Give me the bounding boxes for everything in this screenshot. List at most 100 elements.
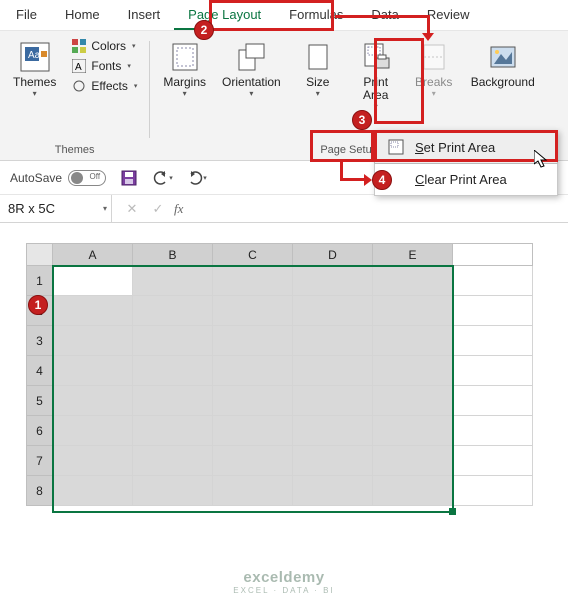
cell[interactable]: [213, 356, 293, 386]
print-area-button[interactable]: Print Area ▾: [350, 37, 402, 114]
cell[interactable]: [453, 416, 533, 446]
cell[interactable]: [133, 446, 213, 476]
cell[interactable]: [293, 446, 373, 476]
cell[interactable]: [293, 356, 373, 386]
col-header[interactable]: D: [293, 244, 373, 266]
cell[interactable]: [133, 476, 213, 506]
fx-icon[interactable]: fx: [174, 201, 183, 217]
col-header[interactable]: B: [133, 244, 213, 266]
cell[interactable]: [373, 476, 453, 506]
cell[interactable]: [453, 446, 533, 476]
cell[interactable]: [373, 386, 453, 416]
cell[interactable]: [53, 386, 133, 416]
cell[interactable]: [293, 476, 373, 506]
cell[interactable]: [373, 266, 453, 296]
row-header[interactable]: 7: [27, 446, 53, 476]
save-button[interactable]: [118, 167, 140, 189]
cell[interactable]: [293, 266, 373, 296]
cell[interactable]: [373, 296, 453, 326]
tab-review[interactable]: Review: [413, 0, 484, 30]
cell[interactable]: [53, 356, 133, 386]
cell[interactable]: [53, 326, 133, 356]
cell[interactable]: [133, 296, 213, 326]
tab-home[interactable]: Home: [51, 0, 114, 30]
clear-print-area-icon: [387, 170, 405, 188]
autosave-toggle[interactable]: AutoSave Off: [10, 170, 106, 186]
tab-data[interactable]: Data: [357, 0, 412, 30]
cell[interactable]: [373, 326, 453, 356]
cell[interactable]: [293, 326, 373, 356]
tab-insert[interactable]: Insert: [114, 0, 175, 30]
row-header[interactable]: 5: [27, 386, 53, 416]
row-header[interactable]: 6: [27, 416, 53, 446]
orientation-icon: [234, 40, 268, 74]
cell[interactable]: [373, 446, 453, 476]
cell[interactable]: [213, 416, 293, 446]
tab-file[interactable]: File: [2, 0, 51, 30]
cell[interactable]: [53, 476, 133, 506]
menu-set-print-area[interactable]: SSet Print Areaet Print Area: [374, 130, 558, 164]
name-box[interactable]: 8R x 5C ▾: [0, 195, 112, 222]
menu-clear-print-area[interactable]: Clear Print Area: [375, 163, 557, 195]
orientation-button[interactable]: Orientation ▾: [217, 37, 286, 101]
background-button[interactable]: Background: [466, 37, 540, 92]
cell[interactable]: [293, 416, 373, 446]
col-header[interactable]: [453, 244, 533, 266]
cell[interactable]: [453, 356, 533, 386]
cell[interactable]: [453, 296, 533, 326]
cell[interactable]: [453, 266, 533, 296]
cell[interactable]: [133, 356, 213, 386]
cell[interactable]: [213, 296, 293, 326]
cell[interactable]: [373, 416, 453, 446]
cell[interactable]: [213, 266, 293, 296]
cell[interactable]: [213, 386, 293, 416]
cell[interactable]: [53, 296, 133, 326]
effects-button[interactable]: Effects▾: [67, 77, 141, 95]
cancel-formula-button[interactable]: ✕: [122, 199, 142, 219]
print-area-label: Print Area: [363, 76, 388, 102]
size-label: Size: [306, 76, 329, 89]
cell[interactable]: [453, 326, 533, 356]
row-header[interactable]: 4: [27, 356, 53, 386]
margins-button[interactable]: Margins ▾: [158, 37, 211, 101]
cell[interactable]: [133, 416, 213, 446]
undo-button[interactable]: ▾: [152, 167, 174, 189]
autosave-label: AutoSave: [10, 171, 62, 185]
grid-table[interactable]: A B C D E 1 2 3 4 5 6 7 8: [26, 243, 533, 506]
row-header[interactable]: 1: [27, 266, 53, 296]
formula-input[interactable]: [193, 195, 568, 222]
select-all-corner[interactable]: [27, 244, 53, 266]
cell[interactable]: [293, 386, 373, 416]
cell[interactable]: [213, 476, 293, 506]
tab-formulas[interactable]: Formulas: [275, 0, 357, 30]
row-header[interactable]: 8: [27, 476, 53, 506]
fonts-button[interactable]: A Fonts▾: [67, 57, 141, 75]
cell[interactable]: [53, 446, 133, 476]
cell[interactable]: [453, 386, 533, 416]
colors-button[interactable]: Colors▾: [67, 37, 141, 55]
col-header[interactable]: E: [373, 244, 453, 266]
cell[interactable]: [53, 416, 133, 446]
col-header[interactable]: A: [53, 244, 133, 266]
toggle-off-icon: Off: [68, 170, 106, 186]
themes-button[interactable]: Aa Themes ▾: [8, 37, 61, 101]
fill-handle[interactable]: [449, 508, 456, 515]
cell[interactable]: [373, 356, 453, 386]
cell[interactable]: [133, 326, 213, 356]
breaks-icon: [417, 40, 451, 74]
cell[interactable]: [453, 476, 533, 506]
size-button[interactable]: Size ▾: [292, 37, 344, 101]
tab-page-layout[interactable]: Page Layout: [174, 0, 275, 30]
enter-formula-button[interactable]: ✓: [148, 199, 168, 219]
row-header[interactable]: 3: [27, 326, 53, 356]
cell[interactable]: [293, 296, 373, 326]
cell[interactable]: [213, 446, 293, 476]
col-header[interactable]: C: [213, 244, 293, 266]
redo-button[interactable]: ▾: [186, 167, 208, 189]
row-header[interactable]: 2: [27, 296, 53, 326]
cell[interactable]: [213, 326, 293, 356]
cell[interactable]: [133, 386, 213, 416]
cell[interactable]: [53, 266, 133, 296]
cell[interactable]: [133, 266, 213, 296]
breaks-button[interactable]: Breaks ▾: [408, 37, 460, 101]
